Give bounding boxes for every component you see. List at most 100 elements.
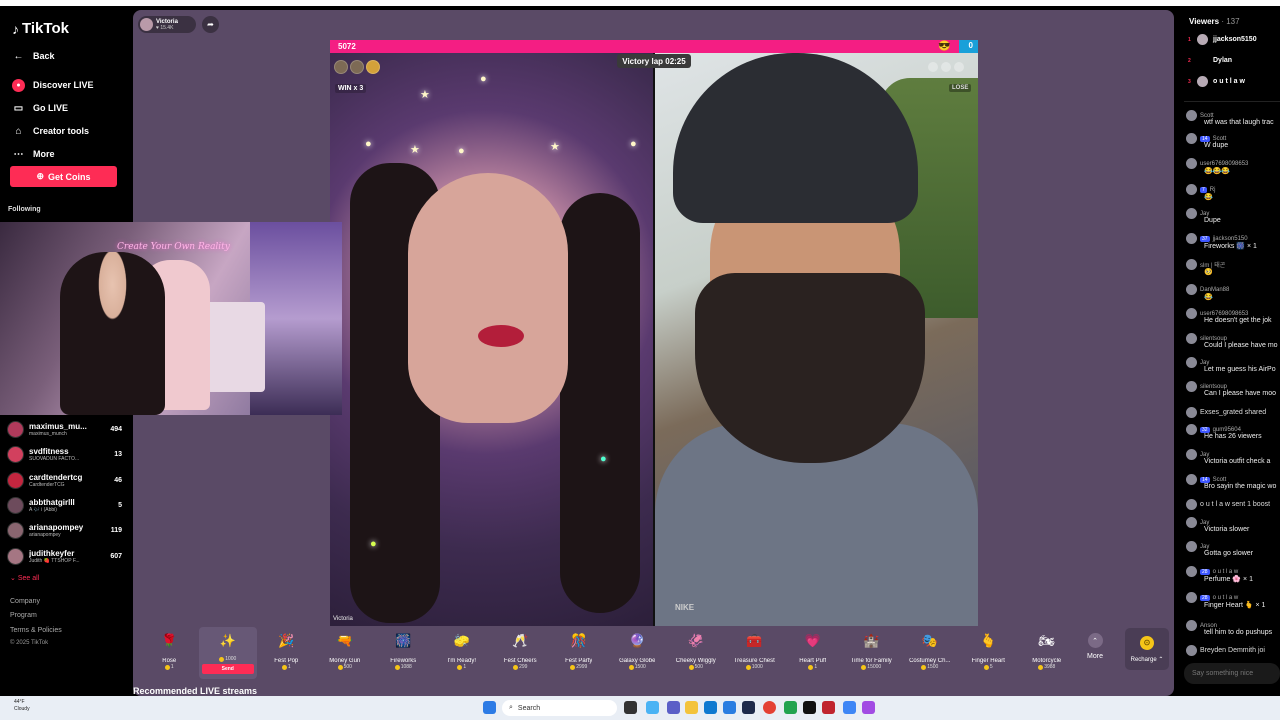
host-profile-chip[interactable]: Victoria ♥ 15.4K (138, 16, 196, 33)
chat-message[interactable]: silentsoup Can I please have moo (1186, 381, 1280, 397)
chat-message[interactable]: Jay Gotta go slower (1186, 541, 1280, 557)
gift-heart-puff[interactable]: 💗 Heart Puff 1 (784, 627, 843, 679)
chat-message[interactable]: slm | 태곤 🥺 (1186, 259, 1280, 276)
top-gifters[interactable] (334, 60, 380, 74)
app-icon[interactable] (862, 701, 875, 714)
gift-selected[interactable]: ✨ 1000 Send (198, 627, 257, 679)
viewers-header[interactable]: Viewers · 137 (1189, 17, 1240, 26)
chat-message[interactable]: 32 gum95604 He has 26 viewers (1186, 424, 1280, 440)
gift-galaxy-globe[interactable]: 🔮 Galaxy Globe 1500 (608, 627, 667, 679)
gift-motorcycle[interactable]: 🏍 Motorcycle 3988 (1018, 627, 1077, 679)
gift-money-gun[interactable]: 🔫 Money Gun 500 (316, 627, 375, 679)
send-gift-button[interactable]: Send (201, 664, 254, 674)
chat-message-text: 😂 (1204, 294, 1213, 301)
chat-message[interactable]: DanMan88 😂 (1186, 284, 1280, 301)
top-viewer-item[interactable]: 3 o u t l a w (1188, 76, 1245, 87)
avatar (1186, 645, 1197, 656)
chat-message[interactable]: silentsoup Could I please have mo (1186, 333, 1280, 349)
nav-creator-tools[interactable]: ⌂ Creator tools (12, 123, 89, 139)
chat-message[interactable]: user67698098653 😂😂😂 (1186, 158, 1280, 175)
following-item[interactable]: svdfitness SUOVADUN FACTO... 13 (7, 444, 122, 464)
following-sub: A 🎶 i (Abbi) (29, 506, 57, 513)
nav-back[interactable]: ← Back (12, 48, 55, 64)
see-all-link[interactable]: ⌄ See all (10, 574, 39, 582)
gift-rose[interactable]: 🌹 Rose 1 (140, 627, 199, 679)
motorcycle-icon: 🏍 (1038, 633, 1055, 648)
tiktok-logo[interactable]: ♪ TikTok (12, 20, 69, 37)
following-item[interactable]: abbthatgirlll A 🎶 i (Abbi) 5 (7, 495, 122, 515)
chat-message[interactable]: Exses_grated shared (1186, 407, 1280, 418)
teams-icon[interactable] (667, 701, 680, 714)
nav-discover-live[interactable]: ● Discover LIVE (12, 77, 94, 93)
gift-fest-cheers[interactable]: 🥂 Fest Cheers 299 (491, 627, 550, 679)
share-button[interactable]: ➦ (202, 16, 219, 33)
taskbar-search[interactable]: ⌕ Search (502, 700, 617, 716)
opponent-gifters[interactable] (928, 62, 964, 72)
following-item[interactable]: arianapompey arianapompey 119 (7, 520, 122, 540)
nav-more[interactable]: ⋯ More (12, 146, 55, 162)
copilot-icon[interactable] (646, 701, 659, 714)
following-item[interactable]: maximus_mu... maximus_munch 494 (7, 419, 122, 439)
chat-username: Scott (1200, 112, 1214, 119)
chat-message[interactable]: 14 Scott W dupe (1186, 133, 1280, 149)
app-icon[interactable] (822, 701, 835, 714)
top-viewer-item[interactable]: 1 jjackson5150 (1188, 34, 1257, 45)
right-video-feed[interactable] (655, 53, 978, 626)
gift-fest-pop[interactable]: 🎉 Fest Pop 1 (257, 627, 316, 679)
chat-message[interactable]: 28 o u t l a w Perfume 🌸 × 1 (1186, 566, 1280, 583)
sponge-icon: 🧽 (453, 633, 470, 648)
app-icon[interactable] (843, 701, 856, 714)
footer-program-link[interactable]: Program (10, 612, 37, 619)
chat-message[interactable]: Breyden Demmith joi (1186, 645, 1280, 656)
host-likes: ♥ 15.4K (156, 24, 174, 31)
get-coins-button[interactable]: ⊕ Get Coins (10, 166, 117, 187)
store-icon[interactable] (742, 701, 755, 714)
chat-message[interactable]: Scott wtf was that laugh trac (1186, 110, 1280, 126)
edge-icon[interactable] (704, 701, 717, 714)
footer-terms-link[interactable]: Terms & Policies (10, 627, 62, 634)
chat-message[interactable]: user67698098653 He doesn't get the jok (1186, 308, 1280, 324)
gift-time-for-family[interactable]: 🏰 Time for Family 15000 (842, 627, 901, 679)
gift-costumey[interactable]: 🎭 Costumey Ch... 1500 (901, 627, 960, 679)
gift-fest-party[interactable]: 🎊 Fest Party 2999 (550, 627, 609, 679)
task-view-icon[interactable] (624, 701, 637, 714)
chat-message[interactable]: 7 Rj 😂 (1186, 184, 1280, 201)
chat-message[interactable]: 14 Scott Bro sayin the magic wo (1186, 474, 1280, 490)
chat-message[interactable]: Anson tell him to do pushups (1186, 620, 1280, 636)
globe-icon: 🔮 (629, 633, 646, 648)
gift-finger-heart[interactable]: 🫰 Finger Heart 5 (959, 627, 1018, 679)
chat-message[interactable]: o u t l a w sent 1 boost (1186, 499, 1280, 510)
chat-input[interactable]: Say something nice (1184, 663, 1280, 684)
gift-treasure-chest[interactable]: 🧰 Treasure Chest 1000 (725, 627, 784, 679)
gift-cheeky-wiggly[interactable]: 🦑 Cheeky Wiggly 500 (667, 627, 726, 679)
following-item[interactable]: cardtendertcg CardtenderTCG 46 (7, 470, 122, 490)
footer-company-link[interactable]: Company (10, 598, 40, 605)
app-icon[interactable] (784, 701, 797, 714)
level-badge: 14 (1200, 135, 1210, 142)
windows-start-icon[interactable] (483, 701, 496, 714)
chat-message[interactable]: Jay Victoria outfit check a (1186, 449, 1280, 465)
chat-message[interactable]: 37 jjackson5150 Fireworks 🎆 × 1 (1186, 233, 1280, 250)
gift-price: 1 (281, 664, 291, 670)
chat-message-text: Bro sayin the magic wo (1204, 483, 1277, 490)
chat-message[interactable]: Jay Victoria slower (1186, 517, 1280, 533)
outlook-icon[interactable] (723, 701, 736, 714)
chrome-icon[interactable] (763, 701, 776, 714)
recharge-button[interactable]: ⊙ Recharge ⌃ (1125, 628, 1169, 670)
viewer-name: o u t l a w (1213, 78, 1245, 85)
file-explorer-icon[interactable] (685, 701, 698, 714)
app-icon[interactable] (803, 701, 816, 714)
left-video-feed[interactable]: ★ ● ● ★ ● ★ ● ● ● (330, 53, 653, 626)
chat-message[interactable]: 28 o u t l a w Finger Heart 🫰 × 1 (1186, 592, 1280, 609)
coin-icon: ⊕ (36, 171, 45, 181)
gift-fireworks[interactable]: 🎆 Fireworks 1088 (374, 627, 433, 679)
nav-go-live[interactable]: ▭ Go LIVE (12, 100, 68, 116)
top-viewer-item[interactable]: 2 Dylan (1188, 55, 1232, 66)
following-item[interactable]: judithkeyfer Judith 🍓 TTSHOP F... 607 (7, 546, 122, 566)
gift-im-ready[interactable]: 🧽 I'm Ready! 1 (433, 627, 492, 679)
chat-message[interactable]: Jay Let me guess his AirPo (1186, 357, 1280, 373)
weather-widget[interactable]: 44°F Cloudy (14, 699, 30, 713)
more-gifts-button[interactable]: ⌃ More (1083, 633, 1107, 669)
chat-message[interactable]: Jay Dupe (1186, 208, 1280, 224)
avatar (7, 471, 24, 489)
